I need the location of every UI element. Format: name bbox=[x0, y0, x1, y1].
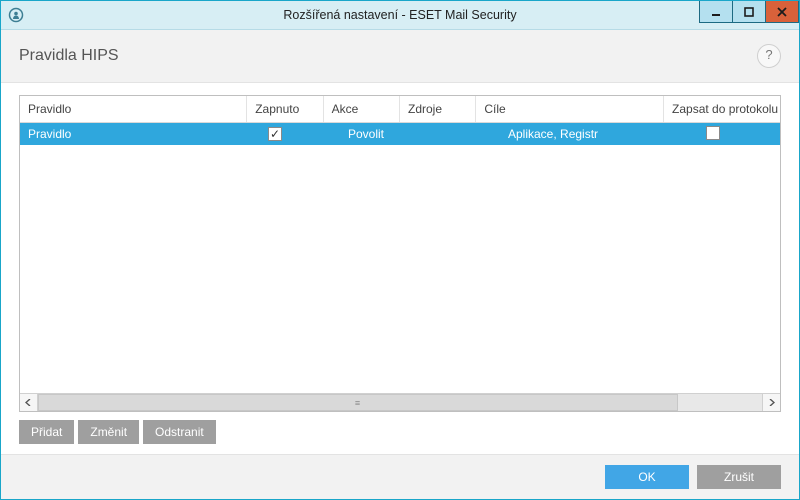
scroll-grip-icon: ≡ bbox=[355, 398, 361, 408]
page-title: Pravidla HIPS bbox=[19, 47, 119, 65]
scroll-track[interactable]: ≡ bbox=[38, 394, 762, 411]
edit-button[interactable]: Změnit bbox=[78, 420, 139, 444]
edit-buttons: Přidat Změnit Odstranit bbox=[19, 420, 781, 454]
horizontal-scrollbar[interactable]: ≡ bbox=[20, 393, 780, 411]
checkbox-log-icon[interactable] bbox=[706, 126, 720, 140]
minimize-button[interactable] bbox=[699, 1, 733, 23]
cell-rule: Pravidlo bbox=[20, 127, 260, 141]
checkbox-enabled-icon[interactable] bbox=[268, 127, 282, 141]
window-controls bbox=[699, 1, 799, 29]
table-row[interactable]: Pravidlo Povolit Aplikace, Registr bbox=[20, 123, 780, 145]
table-header-row: Pravidlo Zapnuto Akce Zdroje Cíle Zapsat… bbox=[20, 96, 780, 123]
page-header: Pravidla HIPS ? bbox=[1, 30, 799, 83]
table-body: Pravidlo Povolit Aplikace, Registr bbox=[20, 123, 780, 393]
cell-enabled bbox=[260, 127, 340, 141]
col-header-action[interactable]: Akce bbox=[324, 96, 400, 122]
scroll-right-button[interactable] bbox=[762, 394, 780, 411]
col-header-sources[interactable]: Zdroje bbox=[400, 96, 476, 122]
remove-button[interactable]: Odstranit bbox=[143, 420, 216, 444]
col-header-targets[interactable]: Cíle bbox=[476, 96, 664, 122]
col-header-rule[interactable]: Pravidlo bbox=[20, 96, 247, 122]
col-header-log[interactable]: Zapsat do protokolu bbox=[664, 96, 780, 122]
cell-action: Povolit bbox=[340, 127, 420, 141]
ok-button[interactable]: OK bbox=[605, 465, 689, 489]
col-header-enabled[interactable]: Zapnuto bbox=[247, 96, 323, 122]
cell-targets: Aplikace, Registr bbox=[500, 127, 698, 141]
cancel-button[interactable]: Zrušit bbox=[697, 465, 781, 489]
body: Pravidlo Zapnuto Akce Zdroje Cíle Zapsat… bbox=[1, 83, 799, 454]
window: Rozšířená nastavení - ESET Mail Security… bbox=[0, 0, 800, 500]
help-button[interactable]: ? bbox=[757, 44, 781, 68]
footer: OK Zrušit bbox=[1, 454, 799, 499]
close-button[interactable] bbox=[765, 1, 799, 23]
cell-log bbox=[698, 126, 780, 143]
app-icon bbox=[7, 6, 25, 24]
add-button[interactable]: Přidat bbox=[19, 420, 74, 444]
scroll-left-button[interactable] bbox=[20, 394, 38, 411]
scroll-thumb[interactable]: ≡ bbox=[38, 394, 678, 411]
window-title: Rozšířená nastavení - ESET Mail Security bbox=[1, 8, 799, 22]
rules-table: Pravidlo Zapnuto Akce Zdroje Cíle Zapsat… bbox=[19, 95, 781, 412]
maximize-button[interactable] bbox=[732, 1, 766, 23]
titlebar: Rozšířená nastavení - ESET Mail Security bbox=[1, 1, 799, 30]
